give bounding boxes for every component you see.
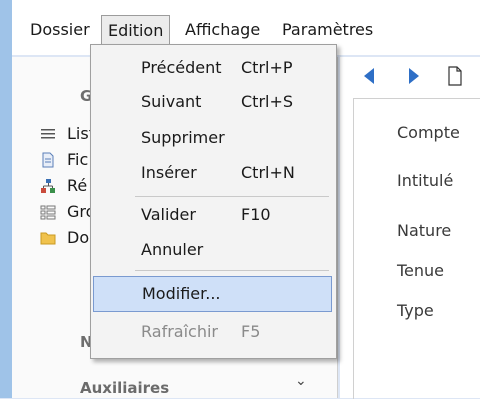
menu-item-label: Valider bbox=[141, 205, 196, 224]
next-arrow-icon[interactable] bbox=[406, 65, 422, 87]
menu-item-label: Suivant bbox=[141, 92, 202, 111]
menu-item-shortcut: Ctrl+P bbox=[241, 58, 293, 77]
document-icon bbox=[42, 152, 54, 168]
hierarchy-icon bbox=[41, 179, 55, 193]
field-label-intitule: Intitulé bbox=[397, 171, 454, 190]
menu-item-label: Rafraîchir bbox=[141, 322, 218, 341]
menu-item-inserer[interactable]: Insérer Ctrl+N bbox=[91, 156, 336, 190]
menu-item-annuler[interactable]: Annuler bbox=[91, 233, 336, 267]
list-icon bbox=[41, 129, 55, 139]
menu-item-label: Annuler bbox=[141, 240, 204, 259]
chevron-down-icon[interactable]: ⌄ bbox=[295, 373, 307, 389]
previous-arrow-icon[interactable] bbox=[361, 65, 377, 87]
record-pane: Compte Intitulé Nature Tenue Type bbox=[340, 57, 480, 399]
window-edge bbox=[0, 0, 12, 398]
menu-separator bbox=[135, 196, 329, 197]
menu-item-modifier[interactable]: Modifier... bbox=[93, 276, 332, 312]
edition-dropdown-menu: Précédent Ctrl+P Suivant Ctrl+S Supprime… bbox=[90, 44, 337, 359]
menu-item-valider[interactable]: Valider F10 bbox=[91, 198, 336, 232]
auxiliaires-section[interactable]: Auxiliaires bbox=[80, 379, 169, 397]
tree-item-label: Fic bbox=[67, 150, 89, 169]
grid-icon bbox=[40, 205, 56, 220]
menu-item-suivant[interactable]: Suivant Ctrl+S bbox=[91, 85, 336, 119]
menu-dossier[interactable]: Dossier bbox=[24, 15, 96, 45]
menu-item-supprimer[interactable]: Supprimer bbox=[91, 121, 336, 155]
menu-item-shortcut: F10 bbox=[241, 205, 271, 224]
menu-item-rafraichir[interactable]: Rafraîchir F5 bbox=[91, 315, 336, 349]
menu-item-shortcut: Ctrl+N bbox=[241, 163, 295, 182]
menu-affichage[interactable]: Affichage bbox=[179, 15, 266, 45]
menu-edition[interactable]: Edition bbox=[101, 15, 171, 45]
menu-item-label: Supprimer bbox=[141, 128, 225, 147]
field-label-type: Type bbox=[397, 301, 434, 320]
record-form bbox=[353, 98, 480, 399]
field-label-tenue: Tenue bbox=[397, 261, 445, 280]
menu-item-label: Insérer bbox=[141, 163, 197, 182]
field-label-compte: Compte bbox=[397, 123, 460, 142]
menu-item-label: Précédent bbox=[141, 58, 222, 77]
menu-separator bbox=[135, 270, 329, 271]
tree-item-label: Do bbox=[67, 228, 90, 247]
menu-parametres[interactable]: Paramètres bbox=[276, 15, 379, 45]
menu-item-shortcut: Ctrl+S bbox=[241, 92, 294, 111]
menu-item-label: Modifier... bbox=[142, 284, 221, 303]
new-document-icon[interactable] bbox=[446, 65, 464, 87]
menu-item-precedent[interactable]: Précédent Ctrl+P bbox=[91, 51, 336, 85]
menu-item-shortcut: F5 bbox=[241, 322, 261, 341]
tree-item-label: Ré bbox=[67, 176, 88, 195]
field-label-nature: Nature bbox=[397, 221, 452, 240]
folder-icon bbox=[40, 232, 56, 245]
